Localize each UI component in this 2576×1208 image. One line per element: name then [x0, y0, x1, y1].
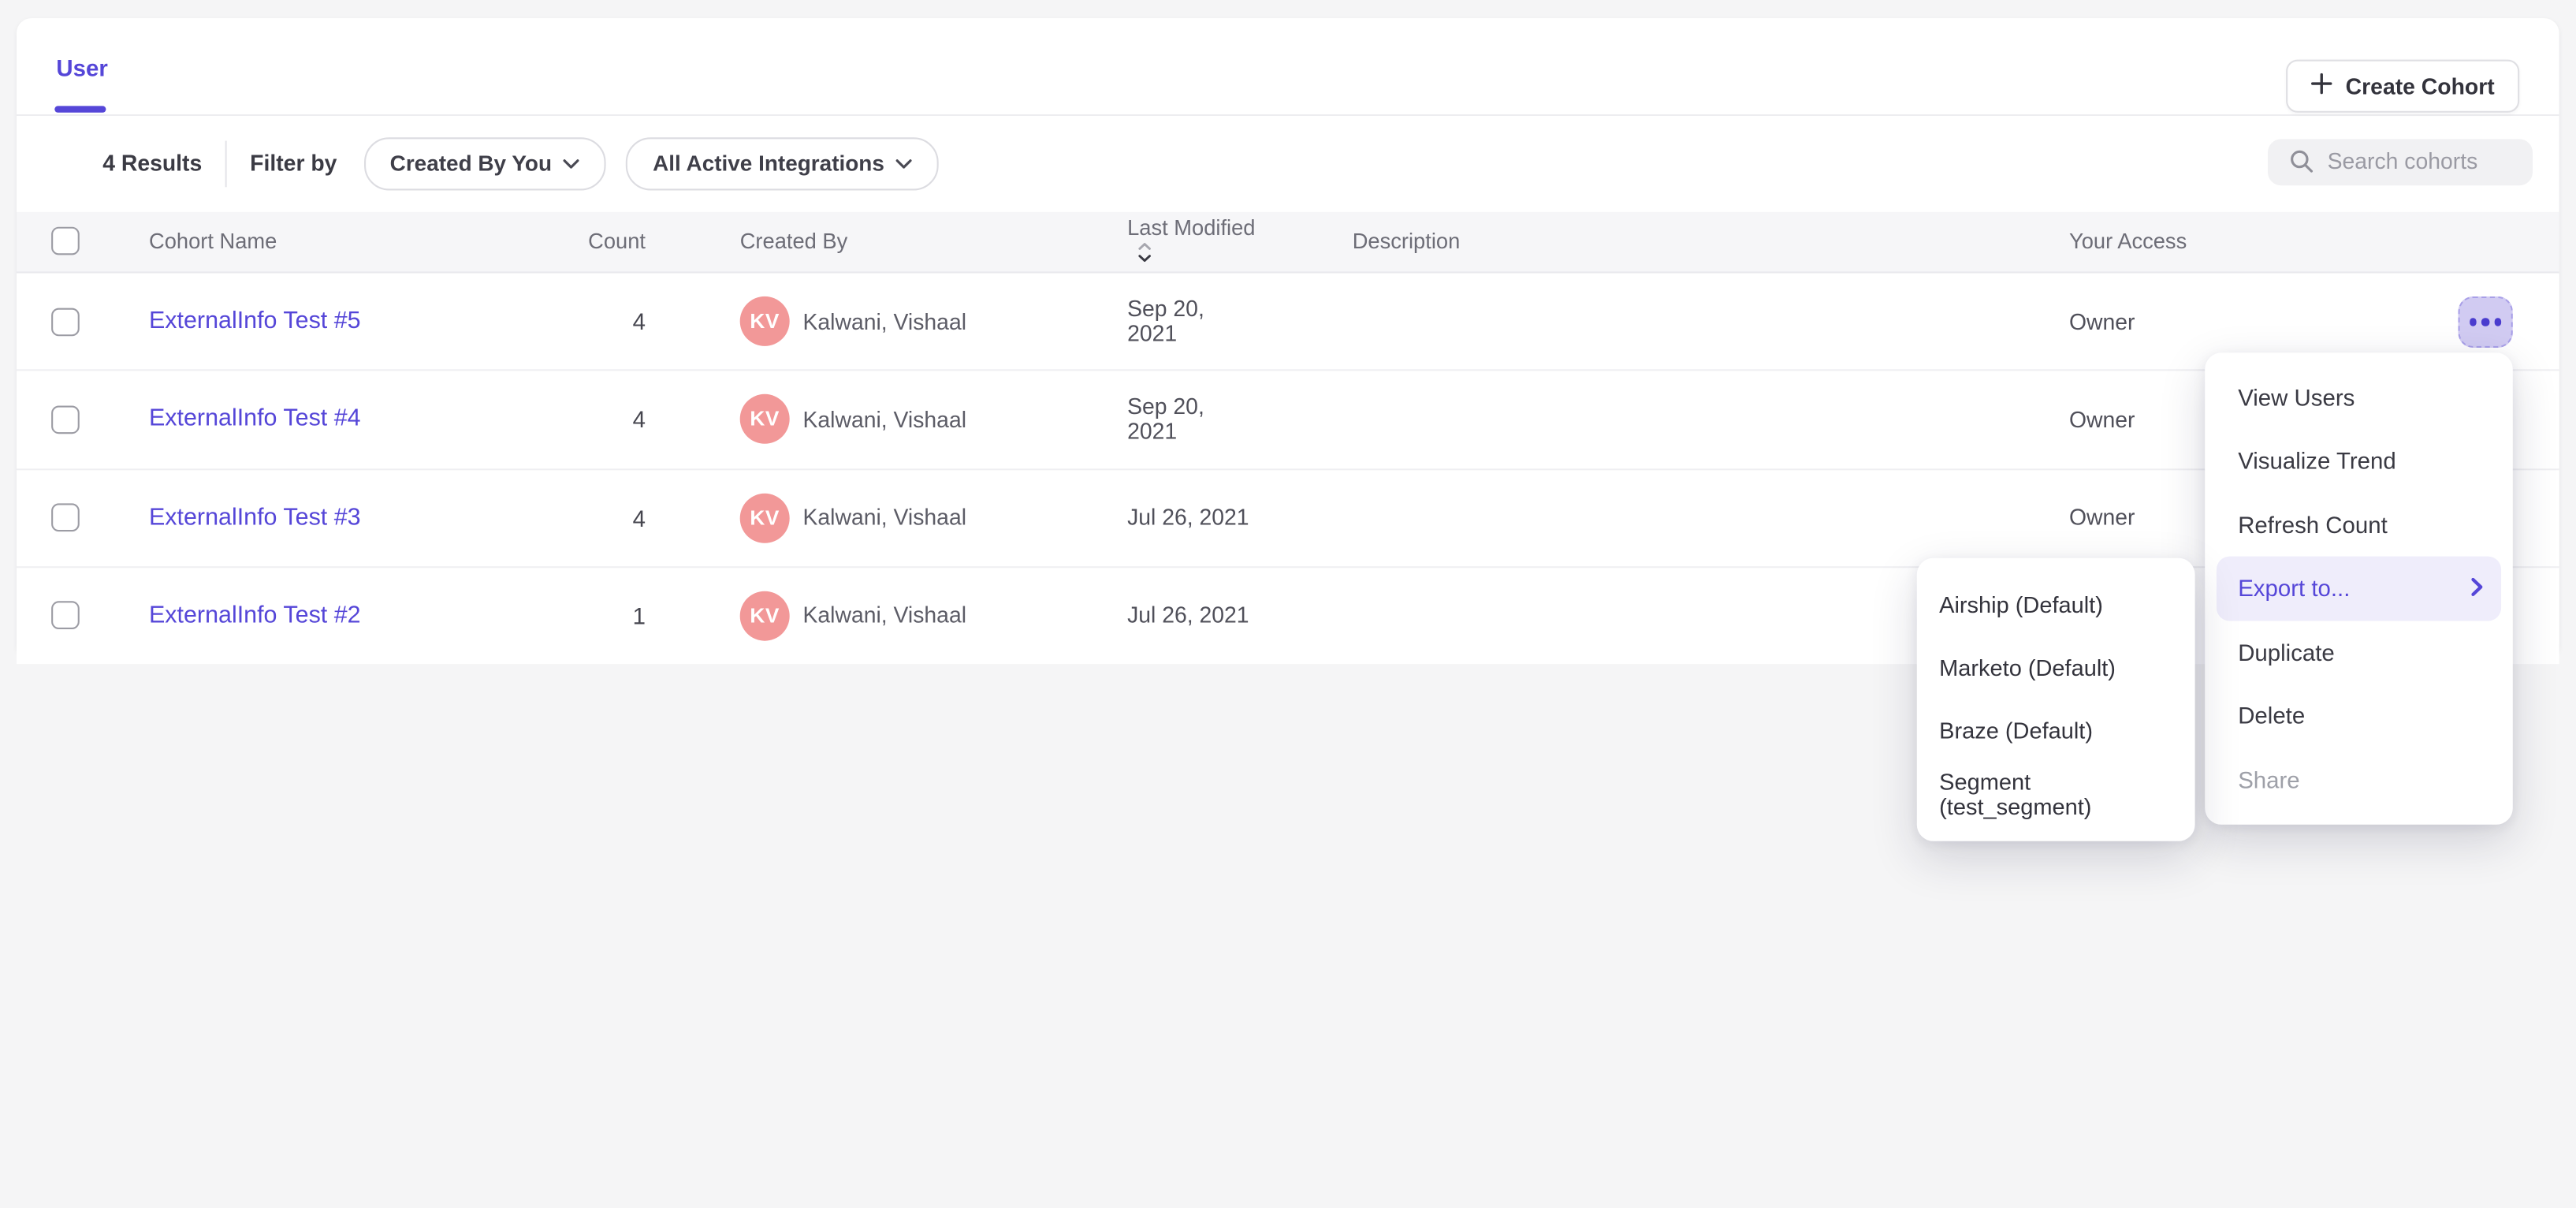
cohort-count: 1 — [480, 602, 646, 629]
cohort-count: 4 — [480, 505, 646, 531]
chevron-down-icon — [896, 158, 913, 169]
avatar: KV — [740, 591, 790, 640]
integrations-filter-label: All Active Integrations — [653, 151, 884, 176]
creator-name: Kalwani, Vishaal — [802, 505, 966, 530]
table-row: ExternalInfo Test #5 4 KV Kalwani, Visha… — [17, 274, 2559, 371]
row-checkbox[interactable] — [51, 602, 80, 630]
row-checkbox[interactable] — [51, 504, 80, 532]
last-modified-date: Sep 20, 2021 — [1035, 395, 1258, 445]
submenu-item-braze[interactable]: Braze (Default) — [1917, 699, 2195, 762]
menu-item-visualize-trend[interactable]: Visualize Trend — [2217, 429, 2501, 493]
table-row: ExternalInfo Test #4 4 KV Kalwani, Visha… — [17, 371, 2559, 469]
table-header: Cohort Name Count Created By Last Modifi… — [17, 211, 2559, 274]
col-header-created-by[interactable]: Created By — [646, 229, 1035, 255]
creator-name: Kalwani, Vishaal — [802, 603, 966, 628]
row-context-menu: View Users Visualize Trend Refresh Count… — [2205, 352, 2513, 823]
ellipsis-icon — [2470, 318, 2477, 325]
cohort-name-link[interactable]: ExternalInfo Test #2 — [149, 602, 361, 629]
tab-bar: User Create Cohort — [17, 18, 2559, 115]
export-submenu: Airship (Default) Marketo (Default) Braz… — [1917, 558, 2195, 841]
col-header-your-access[interactable]: Your Access — [2069, 229, 2268, 255]
creator-name: Kalwani, Vishaal — [802, 408, 966, 433]
cohort-name-link[interactable]: ExternalInfo Test #4 — [149, 406, 361, 433]
created-by-filter-label: Created By You — [390, 151, 552, 176]
submenu-item-airship[interactable]: Airship (Default) — [1917, 573, 2195, 636]
plus-icon — [2311, 73, 2332, 99]
create-cohort-button[interactable]: Create Cohort — [2286, 60, 2519, 113]
chevron-down-icon — [564, 158, 580, 169]
create-cohort-label: Create Cohort — [2346, 73, 2495, 99]
menu-item-export-to[interactable]: Export to... — [2217, 557, 2501, 621]
menu-item-delete[interactable]: Delete — [2217, 684, 2501, 748]
row-checkbox[interactable] — [51, 405, 80, 434]
avatar: KV — [740, 296, 790, 346]
last-modified-label: Last Modified — [1127, 215, 1255, 240]
tab-user[interactable]: User — [56, 54, 107, 81]
chevron-right-icon — [2471, 575, 2483, 602]
search-placeholder: Search cohorts — [2328, 150, 2478, 175]
last-modified-date: Sep 20, 2021 — [1035, 296, 1258, 346]
filter-by-label: Filter by — [250, 151, 337, 176]
submenu-item-marketo[interactable]: Marketo (Default) — [1917, 636, 2195, 699]
col-header-description[interactable]: Description — [1258, 229, 2069, 255]
table-row: ExternalInfo Test #3 4 KV Kalwani, Visha… — [17, 469, 2559, 567]
last-modified-date: Jul 26, 2021 — [1035, 603, 1258, 628]
menu-item-share: Share — [2217, 748, 2501, 811]
creator-name: Kalwani, Vishaal — [802, 309, 966, 334]
menu-item-duplicate[interactable]: Duplicate — [2217, 620, 2501, 684]
col-header-count[interactable]: Count — [480, 229, 646, 255]
cohort-count: 4 — [480, 308, 646, 335]
created-by-filter-dropdown[interactable]: Created By You — [363, 136, 606, 189]
row-checkbox[interactable] — [51, 308, 80, 336]
cohort-name-link[interactable]: ExternalInfo Test #3 — [149, 505, 361, 531]
menu-item-refresh-count[interactable]: Refresh Count — [2217, 493, 2501, 557]
menu-item-view-users[interactable]: View Users — [2217, 365, 2501, 429]
cohort-count: 4 — [480, 406, 646, 433]
row-actions-button[interactable] — [2458, 296, 2512, 347]
toolbar-divider — [225, 140, 227, 187]
results-count: 4 Results — [102, 151, 202, 176]
sort-desc-icon[interactable] — [1137, 244, 1152, 269]
last-modified-date: Jul 26, 2021 — [1035, 505, 1258, 530]
avatar: KV — [740, 493, 790, 542]
toolbar: 4 Results Filter by Created By You All A… — [17, 115, 2559, 211]
search-icon — [2289, 150, 2314, 175]
cohorts-page: User Create Cohort 4 Results Filter by C… — [0, 0, 2576, 1208]
export-to-label: Export to... — [2238, 575, 2350, 602]
active-tab-underline — [54, 106, 106, 111]
col-header-last-modified[interactable]: Last Modified — [1035, 215, 1258, 268]
integrations-filter-dropdown[interactable]: All Active Integrations — [627, 136, 940, 189]
select-all-checkbox[interactable] — [51, 228, 80, 256]
cohort-name-link[interactable]: ExternalInfo Test #5 — [149, 308, 361, 335]
search-input[interactable]: Search cohorts — [2268, 138, 2533, 185]
access-cell: Owner — [2069, 309, 2268, 334]
submenu-item-segment[interactable]: Segment (test_segment) — [1917, 763, 2195, 826]
avatar: KV — [740, 395, 790, 445]
col-header-cohort-name[interactable]: Cohort Name — [149, 229, 480, 255]
